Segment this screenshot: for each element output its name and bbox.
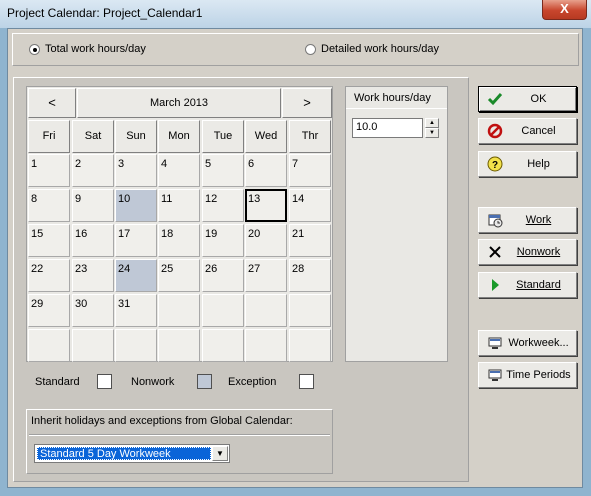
calendar-day[interactable]: 22 (28, 259, 70, 292)
weekday-header: Sun (115, 120, 157, 153)
calendar-day[interactable]: 10 (115, 189, 157, 222)
svg-text:?: ? (492, 160, 498, 171)
calendar-grid: < March 2013 > Fri Sat Sun Mon Tue Wed Thr 1 2 3 4… (26, 86, 333, 362)
calendar-day[interactable]: 26 (202, 259, 244, 292)
weekday-header: Sat (72, 120, 114, 153)
calendar-day[interactable]: 13 (245, 189, 287, 222)
detailed-hours-radio[interactable] (305, 43, 316, 55)
spin-up-button[interactable]: ▲ (425, 118, 439, 128)
legend-nonwork-label: Nonwork (131, 376, 175, 388)
calendar-day[interactable]: 18 (158, 224, 200, 257)
calendar-day[interactable]: 25 (158, 259, 200, 292)
work-button[interactable]: Work (478, 207, 577, 233)
calendar-day[interactable]: 17 (115, 224, 157, 257)
dropdown-arrow-icon[interactable]: ▼ (212, 446, 228, 461)
inherit-divider (29, 434, 330, 436)
calendar-day[interactable]: 19 (202, 224, 244, 257)
calendar-day[interactable]: 11 (158, 189, 200, 222)
calendar-day[interactable]: 29 (28, 294, 70, 327)
calendar-day[interactable]: 8 (28, 189, 70, 222)
calendar-empty-cell (28, 329, 70, 362)
ok-button[interactable]: OK (478, 86, 577, 112)
calendar-day[interactable]: 3 (115, 154, 157, 187)
detailed-hours-label: Detailed work hours/day (321, 43, 440, 56)
help-label: Help (527, 158, 550, 170)
work-hours-header: Work hours/day (346, 87, 447, 109)
help-button[interactable]: ? Help (478, 151, 577, 177)
cancel-button[interactable]: Cancel (478, 118, 577, 144)
close-button[interactable]: X (542, 0, 587, 20)
calendar-empty-cell (158, 294, 200, 327)
weekday-header: Fri (28, 120, 70, 153)
inherit-label: Inherit holidays and exceptions from Glo… (31, 415, 293, 427)
calendar-day[interactable]: 23 (72, 259, 114, 292)
calendar-day[interactable]: 21 (289, 224, 331, 257)
weekday-header: Tue (202, 120, 244, 153)
calendar-day[interactable]: 4 (158, 154, 200, 187)
weekday-header: Thr (289, 120, 331, 153)
calendar-day[interactable]: 30 (72, 294, 114, 327)
calendar-day[interactable]: 14 (289, 189, 331, 222)
total-hours-radio-option[interactable]: Total work hours/day (29, 43, 146, 57)
global-calendar-select[interactable]: Standard 5 Day Workweek ▼ (34, 444, 230, 463)
dialog-body: Total work hours/day Detailed work hours… (7, 28, 583, 488)
calendar-day[interactable]: 12 (202, 189, 244, 222)
next-month-button[interactable]: > (282, 88, 332, 118)
legend-exception-swatch (299, 374, 314, 389)
total-hours-radio[interactable] (29, 43, 40, 55)
calendar-empty-cell (158, 329, 200, 362)
calendar-empty-cell (289, 329, 331, 362)
calendar-empty-cell (202, 294, 244, 327)
weekday-header: Mon (158, 120, 200, 153)
legend-nonwork-swatch (197, 374, 212, 389)
work-hours-input[interactable]: 10.0 (352, 118, 423, 138)
select-value: Standard 5 Day Workweek (37, 447, 211, 460)
calendar-day[interactable]: 31 (115, 294, 157, 327)
calendar-empty-cell (72, 329, 114, 362)
time-periods-button[interactable]: Time Periods (478, 362, 577, 388)
nonwork-button[interactable]: Nonwork (478, 239, 577, 265)
time-periods-label: Time Periods (506, 369, 571, 381)
calendar-day[interactable]: 2 (72, 154, 114, 187)
work-label: Work (525, 214, 552, 226)
prev-month-button[interactable]: < (28, 88, 76, 118)
standard-label: Standard (516, 279, 561, 291)
legend-standard-swatch (97, 374, 112, 389)
calendar-day[interactable]: 27 (245, 259, 287, 292)
inherit-group: Inherit holidays and exceptions from Glo… (26, 409, 333, 474)
work-hours-panel: Work hours/day 10.0 ▲ ▼ (345, 86, 448, 362)
window-title: Project Calendar: Project_Calendar1 (7, 6, 203, 20)
calendar-group: < March 2013 > Fri Sat Sun Mon Tue Wed Thr 1 2 3 4… (13, 77, 469, 482)
standard-button[interactable]: Standard (478, 272, 577, 298)
calendar-day[interactable]: 28 (289, 259, 331, 292)
calendar-day[interactable]: 16 (72, 224, 114, 257)
title-bar: Project Calendar: Project_Calendar1 X (0, 0, 591, 28)
calendar-empty-cell (115, 329, 157, 362)
ok-label: OK (530, 93, 547, 105)
calendar-day[interactable]: 5 (202, 154, 244, 187)
spin-down-button[interactable]: ▼ (425, 128, 439, 138)
calendar-day[interactable]: 7 (289, 154, 331, 187)
weekday-header: Wed (245, 120, 287, 153)
cancel-label: Cancel (521, 125, 556, 137)
calendar-empty-cell (245, 329, 287, 362)
calendar-empty-cell (245, 294, 287, 327)
mode-panel: Total work hours/day Detailed work hours… (12, 33, 579, 66)
workweek-button[interactable]: Workweek... (478, 330, 577, 356)
workweek-label: Workweek... (508, 337, 569, 349)
calendar-empty-cell (202, 329, 244, 362)
nonwork-label: Nonwork (516, 246, 561, 258)
calendar-day[interactable]: 24 (115, 259, 157, 292)
calendar-day[interactable]: 20 (245, 224, 287, 257)
legend-exception-label: Exception (228, 376, 277, 388)
month-label: March 2013 (77, 88, 281, 118)
calendar-day[interactable]: 6 (245, 154, 287, 187)
calendar-day[interactable]: 15 (28, 224, 70, 257)
calendar-day[interactable]: 9 (72, 189, 114, 222)
legend-standard-label: Standard (35, 376, 80, 388)
total-hours-label: Total work hours/day (45, 43, 146, 56)
calendar-day[interactable]: 1 (28, 154, 70, 187)
calendar-empty-cell (289, 294, 331, 327)
detailed-hours-radio-option[interactable]: Detailed work hours/day (305, 43, 439, 57)
